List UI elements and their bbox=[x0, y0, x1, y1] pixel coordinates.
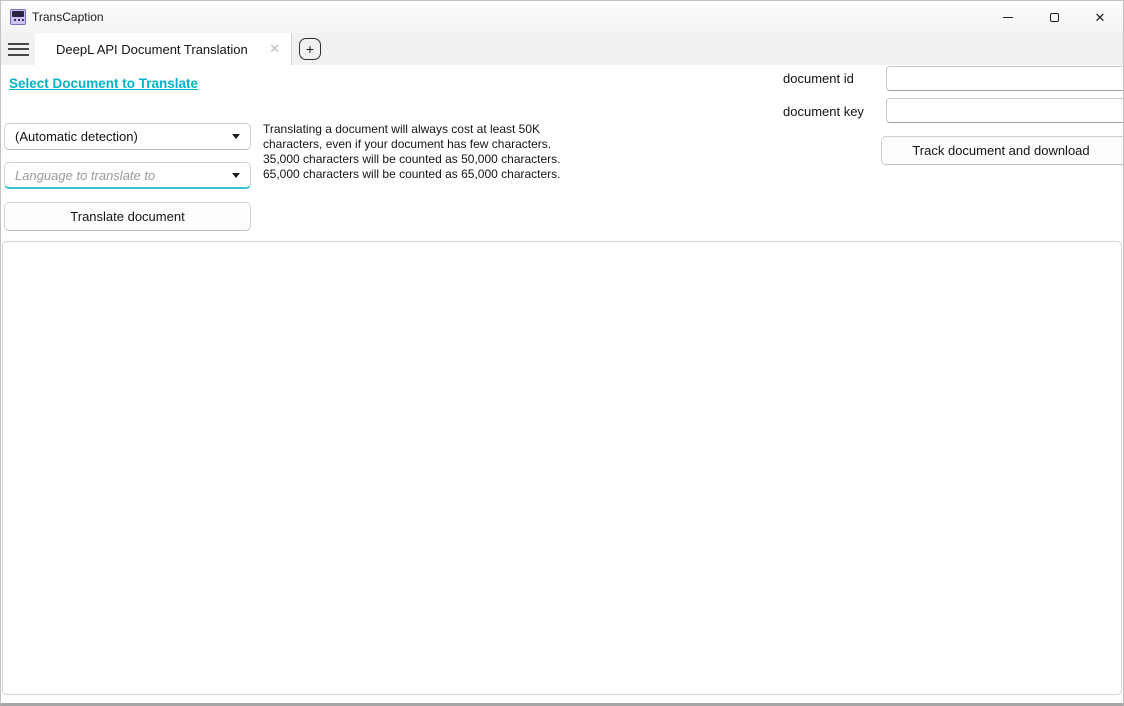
target-language-placeholder: Language to translate to bbox=[15, 168, 155, 183]
document-id-label: document id bbox=[783, 71, 854, 86]
minimize-button[interactable] bbox=[985, 1, 1031, 33]
tab-bar: DeepL API Document Translation ✕ + bbox=[1, 33, 1123, 65]
window-controls: ✕ bbox=[985, 1, 1123, 33]
chevron-down-icon bbox=[232, 134, 240, 139]
close-icon: ✕ bbox=[1095, 11, 1106, 24]
translate-document-button[interactable]: Translate document bbox=[4, 202, 251, 231]
main-content: Select Document to Translate (Automatic … bbox=[1, 65, 1123, 706]
tab-deepl-api-document-translation[interactable]: DeepL API Document Translation ✕ bbox=[35, 33, 291, 65]
title-bar: TransCaption ✕ bbox=[1, 1, 1123, 33]
result-panel bbox=[2, 241, 1122, 695]
chevron-down-icon bbox=[232, 173, 240, 178]
close-button[interactable]: ✕ bbox=[1077, 1, 1123, 33]
cost-info-line: characters, even if your document has fe… bbox=[263, 137, 561, 152]
tab-close-icon[interactable]: ✕ bbox=[266, 41, 283, 57]
app-icon-dots bbox=[14, 19, 16, 21]
cost-info-line: 65,000 characters will be counted as 65,… bbox=[263, 167, 561, 182]
document-key-input[interactable] bbox=[886, 98, 1123, 123]
app-window: TransCaption ✕ DeepL API Document Transl… bbox=[0, 0, 1124, 706]
menu-button[interactable] bbox=[1, 33, 35, 65]
tab-separator bbox=[291, 33, 292, 65]
maximize-button[interactable] bbox=[1031, 1, 1077, 33]
source-language-value: (Automatic detection) bbox=[15, 129, 138, 144]
source-language-select[interactable]: (Automatic detection) bbox=[4, 123, 251, 150]
maximize-icon bbox=[1050, 13, 1059, 22]
tab-label: DeepL API Document Translation bbox=[56, 42, 248, 57]
document-key-label: document key bbox=[783, 104, 864, 119]
target-language-select[interactable]: Language to translate to bbox=[4, 162, 251, 189]
hamburger-icon bbox=[8, 43, 29, 56]
document-id-input[interactable] bbox=[886, 66, 1123, 91]
new-tab-button[interactable]: + bbox=[299, 38, 321, 60]
cost-info-line: 35,000 characters will be counted as 50,… bbox=[263, 152, 561, 167]
select-document-link[interactable]: Select Document to Translate bbox=[9, 76, 198, 91]
cost-info-text: Translating a document will always cost … bbox=[263, 122, 561, 182]
window-title: TransCaption bbox=[32, 10, 104, 24]
app-icon bbox=[10, 9, 26, 25]
plus-icon: + bbox=[306, 42, 314, 56]
app-icon-band bbox=[12, 11, 24, 17]
cost-info-line: Translating a document will always cost … bbox=[263, 122, 561, 137]
track-download-button[interactable]: Track document and download bbox=[881, 136, 1123, 165]
minimize-icon bbox=[1003, 17, 1013, 18]
